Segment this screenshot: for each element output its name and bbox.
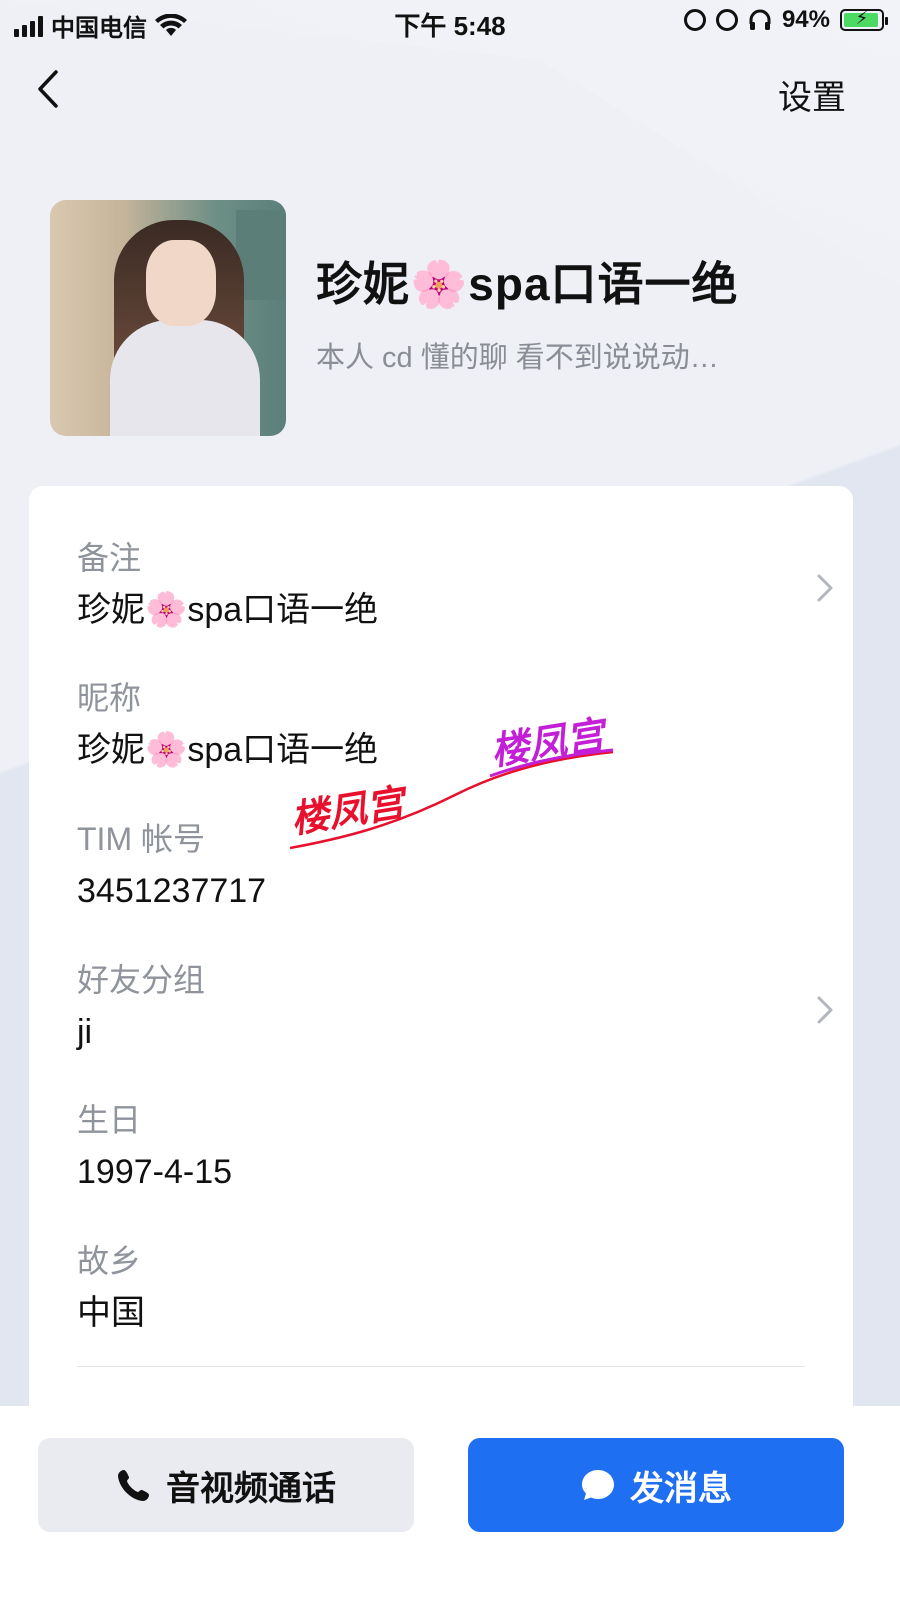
info-value: 珍妮🌸spa口语一绝 <box>77 591 379 629</box>
info-label: 好友分组 <box>77 962 206 998</box>
chevron-right-icon <box>817 574 833 602</box>
battery-icon: ⚡ <box>840 8 888 31</box>
info-label: 备注 <box>77 540 142 576</box>
status-right: 94% ⚡ <box>683 6 888 34</box>
info-value: ji <box>77 1013 93 1051</box>
info-label: 昵称 <box>77 680 142 716</box>
info-card: 备注 珍妮🌸spa口语一绝 昵称 珍妮🌸spa口语一绝 TIM 帐号 34512… <box>29 486 853 1426</box>
info-row-birthday: 生日 1997-4-15 <box>77 1100 817 1194</box>
video-call-button[interactable]: 音视频通话 <box>38 1438 414 1532</box>
profile-signature[interactable]: 本人 cd 懂的聊 看不到说说动… <box>316 334 719 376</box>
back-button[interactable] <box>30 66 70 112</box>
chevron-right-icon <box>817 996 833 1024</box>
chat-bubble-icon <box>582 1470 614 1500</box>
info-row-hometown: 故乡 中国 <box>77 1241 817 1335</box>
orientation-lock-icon <box>683 9 706 31</box>
info-row-friend-group[interactable]: 好友分组 ji <box>77 960 833 1054</box>
settings-button[interactable]: 设置 <box>778 70 846 119</box>
divider <box>77 1366 805 1367</box>
send-message-button[interactable]: 发消息 <box>468 1438 844 1532</box>
battery-percent: 94% <box>781 6 830 33</box>
bottom-action-bar: 音视频通话 发消息 <box>0 1406 900 1600</box>
info-value: 3451237717 <box>77 872 267 910</box>
headphones-icon <box>749 9 771 30</box>
alarm-icon <box>715 9 738 31</box>
info-label: 故乡 <box>77 1243 142 1279</box>
send-message-label: 发消息 <box>630 1469 732 1508</box>
info-value: 1997-4-15 <box>77 1153 233 1191</box>
video-call-label: 音视频通话 <box>166 1469 336 1508</box>
profile-name: 珍妮🌸spa口语一绝 <box>316 258 739 310</box>
info-value: 中国 <box>77 1294 145 1332</box>
info-label: 生日 <box>77 1102 142 1138</box>
phone-icon <box>118 1470 149 1501</box>
avatar[interactable] <box>50 200 286 436</box>
status-bar: 中国电信 下午 5:48 94% ⚡ <box>0 0 900 44</box>
chevron-left-icon <box>38 70 58 108</box>
info-row-remark[interactable]: 备注 珍妮🌸spa口语一绝 <box>77 538 833 632</box>
